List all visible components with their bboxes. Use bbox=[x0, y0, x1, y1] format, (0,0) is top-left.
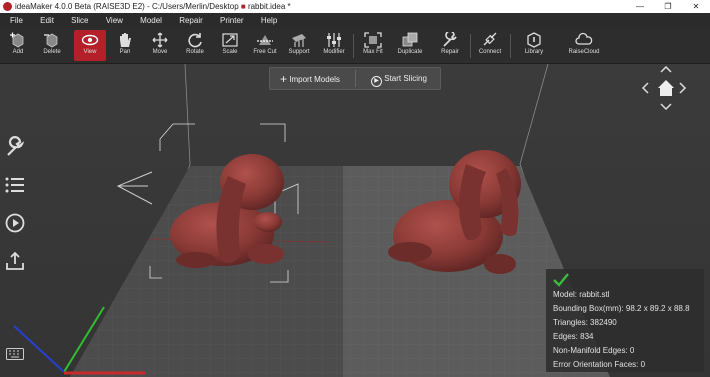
model-info-panel: Model: rabbit.stl Bounding Box(mm): 98.2… bbox=[546, 269, 704, 372]
max-fit-button[interactable]: Max Fit bbox=[357, 30, 389, 61]
window-title: ideaMaker 4.0.0 Beta (RAISE3D E2) - C:/U… bbox=[15, 2, 239, 11]
title-bar: ideaMaker 4.0.0 Beta (RAISE3D E2) - C:/U… bbox=[0, 0, 710, 13]
connect-button[interactable]: Connect bbox=[474, 30, 506, 61]
file-icon: ■ bbox=[240, 2, 248, 11]
arrow-up-icon bbox=[660, 66, 672, 73]
modifier-button[interactable]: Modifier bbox=[318, 30, 350, 61]
menu-help[interactable]: Help bbox=[261, 13, 277, 28]
info-error-orientation-faces: Error Orientation Faces: 0 bbox=[553, 360, 646, 369]
scale-icon bbox=[222, 33, 238, 47]
upload-icon[interactable] bbox=[4, 250, 26, 272]
toolbar-separator bbox=[353, 34, 354, 58]
check-icon bbox=[553, 273, 569, 287]
list-icon[interactable] bbox=[4, 174, 26, 196]
arrow-right-icon bbox=[679, 82, 687, 94]
info-edges: Edges: 834 bbox=[553, 332, 594, 341]
slicing-action-bar: + Import Models ▶ Start Slicing bbox=[269, 67, 441, 90]
home-icon bbox=[658, 80, 674, 96]
add-cube-icon bbox=[10, 32, 24, 48]
delete-cube-icon bbox=[44, 33, 58, 48]
toolbar-separator bbox=[470, 34, 471, 58]
menu-model[interactable]: Model bbox=[140, 13, 162, 28]
move-button[interactable]: Move bbox=[144, 30, 176, 61]
library-icon bbox=[527, 32, 541, 48]
arrow-down-icon bbox=[660, 103, 672, 111]
file-name: rabbit.idea * bbox=[247, 2, 291, 11]
free-cut-button[interactable]: Free Cut bbox=[249, 30, 281, 61]
close-icon[interactable]: ✕ bbox=[684, 0, 708, 13]
start-slicing-button[interactable]: ▶ Start Slicing bbox=[371, 68, 427, 89]
3d-viewport[interactable]: + Import Models ▶ Start Slicing Model: r… bbox=[0, 64, 710, 377]
rotate-button[interactable]: Rotate bbox=[179, 30, 211, 61]
support-button[interactable]: Support bbox=[283, 30, 315, 61]
arrow-left-icon bbox=[642, 82, 649, 94]
play-circle-icon: ▶ bbox=[371, 76, 382, 87]
repair-button[interactable]: Repair bbox=[434, 30, 466, 61]
cut-icon bbox=[257, 35, 273, 45]
rotate-icon bbox=[188, 33, 202, 48]
view-navigation-control[interactable] bbox=[642, 66, 690, 114]
support-icon bbox=[292, 34, 306, 47]
menu-edit[interactable]: Edit bbox=[40, 13, 54, 28]
duplicate-button[interactable]: Duplicate bbox=[394, 30, 426, 61]
play-icon[interactable] bbox=[4, 212, 26, 234]
cloud-icon bbox=[575, 32, 593, 45]
pan-button[interactable]: Pan bbox=[109, 30, 141, 61]
menu-view[interactable]: View bbox=[106, 13, 123, 28]
toolbar-separator bbox=[510, 34, 511, 58]
menu-bar: File Edit Slice View Model Repair Printe… bbox=[0, 13, 710, 28]
connect-icon bbox=[483, 32, 497, 46]
minimize-icon[interactable]: — bbox=[628, 0, 652, 13]
app-logo-icon bbox=[3, 2, 12, 11]
info-non-manifold-edges: Non-Manifold Edges: 0 bbox=[553, 346, 635, 355]
repair-wrench-icon bbox=[443, 32, 457, 47]
view-button[interactable]: View bbox=[74, 30, 106, 61]
library-button[interactable]: Library bbox=[518, 30, 550, 61]
wrench-icon[interactable] bbox=[4, 136, 26, 158]
action-divider bbox=[355, 70, 356, 87]
add-button[interactable]: Add bbox=[2, 30, 34, 61]
menu-printer[interactable]: Printer bbox=[220, 13, 244, 28]
menu-file[interactable]: File bbox=[10, 13, 23, 28]
left-toolbar bbox=[4, 136, 26, 288]
import-models-button[interactable]: + Import Models bbox=[280, 68, 340, 89]
eye-icon bbox=[81, 34, 99, 46]
info-triangles: Triangles: 382490 bbox=[553, 318, 617, 327]
scale-button[interactable]: Scale bbox=[214, 30, 246, 61]
info-bounding-box: Bounding Box(mm): 98.2 x 89.2 x 88.8 bbox=[553, 304, 690, 313]
info-model: Model: rabbit.stl bbox=[553, 290, 610, 299]
move-arrows-icon bbox=[152, 32, 168, 48]
max-fit-icon bbox=[364, 32, 382, 48]
raisecloud-button[interactable]: RaiseCloud bbox=[566, 30, 602, 61]
plus-icon: + bbox=[280, 72, 288, 86]
menu-repair[interactable]: Repair bbox=[179, 13, 203, 28]
keyboard-icon[interactable] bbox=[6, 348, 24, 360]
modifier-sliders-icon bbox=[327, 33, 341, 47]
restore-icon[interactable]: ❐ bbox=[656, 0, 680, 13]
menu-slice[interactable]: Slice bbox=[71, 13, 88, 28]
delete-button[interactable]: Delete bbox=[36, 30, 68, 61]
hand-icon bbox=[120, 33, 131, 47]
toolbar: Add Delete View Pan Move Rotate Scale Fr… bbox=[0, 28, 710, 64]
duplicate-icon bbox=[402, 32, 418, 47]
